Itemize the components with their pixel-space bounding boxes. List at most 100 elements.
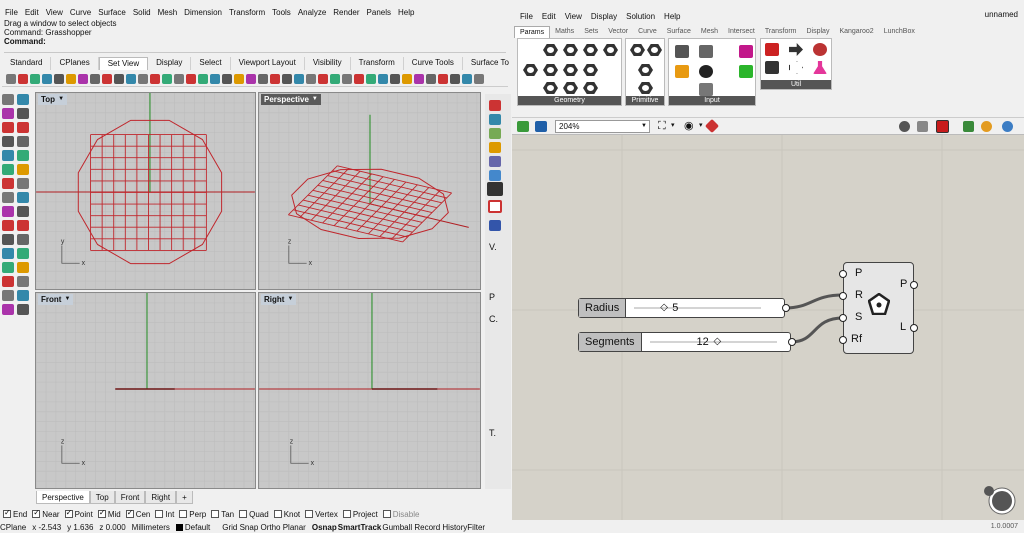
modeling-tool-icon[interactable] xyxy=(17,262,29,273)
slider-track[interactable]: 12 ◇ xyxy=(642,333,790,351)
modeling-tool-icon[interactable] xyxy=(2,220,14,231)
param-icon[interactable] xyxy=(603,44,618,56)
menu-mesh[interactable]: Mesh xyxy=(158,8,178,17)
modeling-tool-icon[interactable] xyxy=(17,94,29,105)
osnap-checkbox[interactable] xyxy=(211,509,220,518)
command-prompt[interactable]: Command: xyxy=(4,37,506,46)
input-grip[interactable] xyxy=(839,270,847,278)
param-icon[interactable] xyxy=(523,64,538,76)
modeling-tool-icon[interactable] xyxy=(2,136,14,147)
modeling-tool-icon[interactable] xyxy=(2,276,14,287)
osnap-checkbox[interactable] xyxy=(305,509,314,518)
viewport-perspective-label[interactable]: Perspective ▼ xyxy=(261,94,321,105)
output-grip[interactable] xyxy=(782,304,790,312)
chevron-down-icon[interactable]: ▾ xyxy=(671,121,675,129)
camera-icon[interactable] xyxy=(487,182,503,196)
view-tool-icon[interactable] xyxy=(210,73,220,84)
osnap-checkbox[interactable] xyxy=(155,509,164,518)
preview-mode-icon[interactable] xyxy=(899,121,910,132)
osnap-checkbox[interactable] xyxy=(3,508,11,518)
view-tool-icon[interactable] xyxy=(66,73,76,84)
modeling-tool-icon[interactable] xyxy=(17,192,29,203)
material-icon[interactable] xyxy=(981,121,992,132)
param-icon[interactable] xyxy=(543,44,558,56)
osnap-project[interactable]: Project xyxy=(342,509,378,519)
param-icon[interactable] xyxy=(563,64,578,76)
gh-tab-display[interactable]: Display xyxy=(802,26,835,37)
polygon-component[interactable]: P R S Rf P L xyxy=(843,262,914,354)
gh-menu-solution[interactable]: Solution xyxy=(626,12,655,21)
gh-tab-lunchbox[interactable]: LunchBox xyxy=(879,26,920,37)
render-icon[interactable] xyxy=(489,156,501,167)
gh-tab-intersect[interactable]: Intersect xyxy=(723,26,760,37)
menu-transform[interactable]: Transform xyxy=(229,8,265,17)
modeling-tool-icon[interactable] xyxy=(17,234,29,245)
segments-slider[interactable]: Segments 12 ◇ xyxy=(578,332,791,352)
display-icon[interactable] xyxy=(489,100,501,111)
viewport-top-label[interactable]: Top ▼ xyxy=(38,94,68,105)
viewport-right-canvas[interactable]: zx xyxy=(259,293,480,488)
viewport-front[interactable]: Front ▼ zx xyxy=(35,292,256,489)
status-toggles[interactable]: Grid Snap Ortho Planar xyxy=(222,523,306,532)
status-gumball-record-filter[interactable]: Gumball Record HistoryFilter xyxy=(382,523,485,532)
view-tool-icon[interactable] xyxy=(462,73,472,84)
modeling-tool-icon[interactable] xyxy=(2,248,14,259)
osnap-mid[interactable]: Mid xyxy=(97,508,121,519)
osnap-cen[interactable]: Cen xyxy=(125,508,150,519)
bake-icon[interactable] xyxy=(963,121,974,132)
osnap-checkbox[interactable] xyxy=(64,508,73,518)
view-tool-icon[interactable] xyxy=(150,73,160,84)
osnap-knot[interactable]: Knot xyxy=(273,509,300,519)
view-tool-icon[interactable] xyxy=(18,73,28,84)
output-grip[interactable] xyxy=(910,281,918,289)
status-layer[interactable]: Default xyxy=(175,523,216,532)
arrow-outline-icon[interactable] xyxy=(789,61,803,74)
osnap-perp[interactable]: Perp xyxy=(179,509,206,519)
modeling-tool-icon[interactable] xyxy=(17,248,29,259)
status-smarttrack[interactable]: SmartTrack xyxy=(338,523,382,532)
param-icon[interactable] xyxy=(563,82,578,94)
menu-edit[interactable]: Edit xyxy=(25,8,39,17)
osnap-end[interactable]: End xyxy=(3,508,27,519)
tab-visibility[interactable]: Visibility xyxy=(305,57,351,70)
viewport-front-canvas[interactable]: zx xyxy=(36,293,255,488)
osnap-disable[interactable]: Disable xyxy=(382,509,419,519)
view-tool-icon[interactable] xyxy=(474,73,484,84)
panel-icon[interactable] xyxy=(675,45,689,58)
view-tool-icon[interactable] xyxy=(102,73,112,84)
modeling-tool-icon[interactable] xyxy=(2,234,14,245)
viewport-tab-perspective[interactable]: Perspective xyxy=(36,490,90,504)
view-tool-icon[interactable] xyxy=(198,73,208,84)
chevron-down-icon[interactable]: ▾ xyxy=(699,121,703,129)
preview-eye-icon[interactable]: ◉ xyxy=(684,119,694,132)
viewport-tab-top[interactable]: Top xyxy=(89,490,115,504)
menu-curve[interactable]: Curve xyxy=(70,8,91,17)
swatch-icon[interactable] xyxy=(739,65,753,78)
osnap-checkbox[interactable] xyxy=(273,509,282,518)
osnap-checkbox[interactable] xyxy=(342,509,351,518)
integer-param-icon[interactable] xyxy=(638,64,653,76)
tab-set-view[interactable]: Set View xyxy=(98,57,149,70)
view-tool-icon[interactable] xyxy=(54,73,64,84)
gh-canvas[interactable]: Radius ◇ 5 Segments 12 ◇ P R S Rf P L xyxy=(512,135,1024,520)
folder-icon[interactable] xyxy=(489,142,501,153)
tab-curve-tools[interactable]: Curve Tools xyxy=(404,57,463,70)
menu-tools[interactable]: Tools xyxy=(272,8,291,17)
open-file-icon[interactable] xyxy=(517,121,529,132)
layer-icon[interactable] xyxy=(489,114,501,125)
gh-group-label[interactable]: Input xyxy=(669,96,755,105)
gh-tab-curve[interactable]: Curve xyxy=(633,26,662,37)
modeling-tool-icon[interactable] xyxy=(2,178,14,189)
menu-solid[interactable]: Solid xyxy=(133,8,151,17)
modeling-tool-icon[interactable] xyxy=(2,206,14,217)
menu-panels[interactable]: Panels xyxy=(367,8,391,17)
gh-menu-help[interactable]: Help xyxy=(664,12,680,21)
view-tool-icon[interactable] xyxy=(282,73,292,84)
modeling-tool-icon[interactable] xyxy=(17,108,29,119)
input-grip[interactable] xyxy=(839,292,847,300)
modeling-tool-icon[interactable] xyxy=(17,164,29,175)
param-icon[interactable] xyxy=(583,64,598,76)
view-tool-icon[interactable] xyxy=(342,73,352,84)
view-tool-icon[interactable] xyxy=(30,73,40,84)
gh-tab-kangaroo2[interactable]: Kangaroo2 xyxy=(834,26,878,37)
